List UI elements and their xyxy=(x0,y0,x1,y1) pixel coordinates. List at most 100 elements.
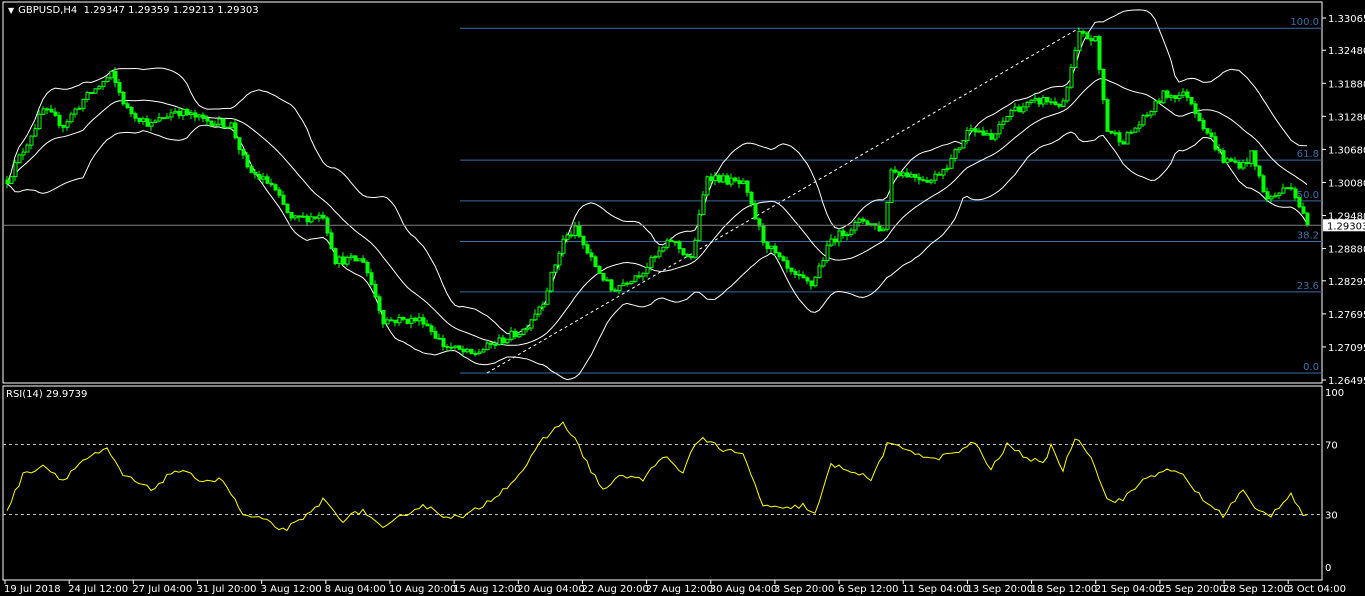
candle xyxy=(1049,101,1054,104)
time-tick-label: 15 Aug 12:00 xyxy=(453,584,520,595)
candle xyxy=(481,349,486,353)
candle xyxy=(641,272,646,277)
candle xyxy=(45,108,50,111)
candle xyxy=(749,191,754,205)
candle xyxy=(405,318,410,324)
time-tick-label: 19 Jul 2018 xyxy=(4,584,61,595)
candle xyxy=(833,238,838,243)
candle xyxy=(1093,36,1098,42)
candle xyxy=(617,285,622,292)
candle xyxy=(541,303,546,308)
candle xyxy=(1153,100,1158,113)
candle xyxy=(549,271,554,292)
candle xyxy=(93,88,98,94)
candle xyxy=(533,313,538,321)
symbol-label: GBPUSD,H4 xyxy=(18,5,78,16)
candle xyxy=(1057,103,1062,107)
candle xyxy=(1101,68,1106,101)
candle xyxy=(713,175,718,181)
candle xyxy=(225,126,230,129)
candle xyxy=(941,169,946,176)
candle xyxy=(849,229,854,235)
candle xyxy=(29,135,34,146)
candle xyxy=(1229,158,1234,162)
dropdown-triangle-icon[interactable]: ▼ xyxy=(8,6,14,15)
candle xyxy=(1181,91,1186,96)
candle xyxy=(877,224,882,232)
time-tick-label: 6 Sep 12:00 xyxy=(838,584,898,595)
candle xyxy=(821,259,826,267)
candle xyxy=(377,296,382,312)
candle xyxy=(353,255,358,262)
candle xyxy=(509,330,514,340)
candle xyxy=(781,256,786,262)
candle xyxy=(157,117,162,122)
candle xyxy=(737,180,742,185)
candle xyxy=(685,254,690,257)
candle xyxy=(741,180,746,185)
candle xyxy=(493,343,498,346)
main-pane-frame xyxy=(2,1,1323,384)
price-tick-label: 1.32480 xyxy=(1328,46,1365,57)
chart-canvas[interactable]: 100.061.850.038.223.60.0 1.330651.324801… xyxy=(0,0,1365,596)
candle xyxy=(645,266,650,274)
candle xyxy=(401,317,406,320)
candle xyxy=(721,175,726,183)
candle xyxy=(97,85,102,90)
candle xyxy=(265,176,270,184)
candle xyxy=(1205,128,1210,134)
candle xyxy=(709,176,714,181)
candle xyxy=(365,261,370,274)
candle xyxy=(185,108,190,116)
candle xyxy=(773,245,778,254)
candle xyxy=(461,348,466,353)
fib-level-label: 0.0 xyxy=(1303,362,1319,373)
candle xyxy=(349,255,354,258)
candle xyxy=(929,179,934,183)
candle xyxy=(989,133,994,140)
candle xyxy=(637,275,642,278)
candle xyxy=(825,244,830,261)
candle xyxy=(1213,136,1218,150)
time-tick-label: 8 Aug 04:00 xyxy=(325,584,386,595)
candle xyxy=(977,130,982,133)
candle xyxy=(1141,115,1146,126)
candle xyxy=(717,175,722,183)
candle xyxy=(681,248,686,256)
price-axis[interactable]: 1.33065 1.32480 1.31880 1.31280 1.30680 1.300… xyxy=(1322,14,1365,387)
candle xyxy=(745,180,750,193)
candle xyxy=(13,162,18,178)
candle xyxy=(273,184,278,191)
price-tick-label: 1.30080 xyxy=(1328,178,1365,189)
pane-frames xyxy=(2,1,1323,581)
candle xyxy=(537,306,542,315)
candle xyxy=(597,265,602,274)
candle xyxy=(553,264,558,273)
candle xyxy=(661,246,666,252)
candle xyxy=(121,91,126,105)
candle xyxy=(1265,191,1270,200)
candle xyxy=(1117,132,1122,143)
candle xyxy=(169,112,174,118)
candle xyxy=(633,275,638,282)
candle xyxy=(1133,127,1138,133)
candle xyxy=(1189,96,1194,105)
candle xyxy=(965,129,970,141)
candle xyxy=(57,114,62,126)
candle xyxy=(1081,30,1086,34)
candle xyxy=(1285,187,1290,190)
candle xyxy=(601,272,606,281)
time-axis[interactable]: 19 Jul 2018 24 Jul 12:00 27 Jul 04:00 31 Ju… xyxy=(4,580,1346,595)
candle xyxy=(129,106,134,115)
candle xyxy=(1029,99,1034,103)
high-value: 1.29359 xyxy=(128,5,170,16)
candle xyxy=(669,239,674,243)
candle xyxy=(1177,94,1182,99)
candle xyxy=(1041,97,1046,105)
candle xyxy=(337,256,342,265)
candle xyxy=(1069,66,1074,88)
candle xyxy=(505,338,510,344)
candle xyxy=(257,173,262,180)
candle xyxy=(41,108,46,115)
candle xyxy=(1169,95,1174,98)
